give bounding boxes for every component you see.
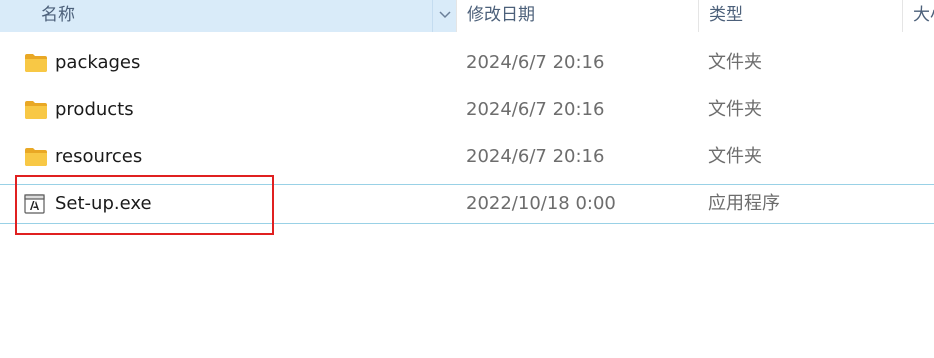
file-date: 2024/6/7 20:16: [466, 99, 605, 120]
column-header-date-modified[interactable]: 修改日期: [456, 0, 698, 32]
file-type: 文件夹: [708, 52, 762, 73]
file-row-packages[interactable]: packages 2024/6/7 20:16 文件夹: [0, 43, 934, 83]
folder-icon: [24, 100, 48, 120]
folder-icon: [24, 147, 48, 167]
column-header-bar: 名称 修改日期 类型 大小: [0, 0, 934, 32]
file-name: products: [55, 99, 134, 120]
column-header-type[interactable]: 类型: [698, 0, 902, 32]
file-name: packages: [55, 52, 141, 73]
file-type: 应用程序: [708, 193, 780, 214]
file-date: 2022/10/18 0:00: [466, 193, 616, 214]
file-row-products[interactable]: products 2024/6/7 20:16 文件夹: [0, 90, 934, 130]
column-header-name[interactable]: 名称: [0, 0, 456, 32]
file-row-resources[interactable]: resources 2024/6/7 20:16 文件夹: [0, 137, 934, 177]
file-name: resources: [55, 146, 143, 167]
column-header-size[interactable]: 大小: [902, 0, 934, 32]
file-date: 2024/6/7 20:16: [466, 52, 605, 73]
file-type: 文件夹: [708, 99, 762, 120]
sort-dropdown-icon[interactable]: [432, 0, 456, 32]
file-date: 2024/6/7 20:16: [466, 146, 605, 167]
file-type: 文件夹: [708, 146, 762, 167]
red-highlight-annotation: [15, 175, 274, 235]
file-explorer: 名称 修改日期 类型 大小 packages 2024/6/7 20:16 文件…: [0, 0, 934, 358]
folder-icon: [24, 53, 48, 73]
